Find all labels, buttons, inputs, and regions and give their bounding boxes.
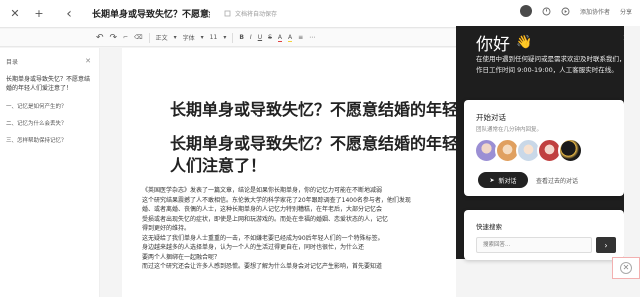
heading-2[interactable]: 长期单身或导致失忆？不愿意结婚的年轻人们注意了！ — [170, 133, 456, 177]
avatar — [558, 138, 583, 163]
list-button[interactable]: ≡ — [298, 34, 303, 41]
body-line: 身边越来越多的人选择单身，认为一个人的生活过得更自在，同时也很忙，为什么还 — [142, 244, 365, 251]
undo-icon[interactable]: ↶ — [96, 33, 104, 43]
cloud-icon — [224, 10, 231, 17]
chevron-down-icon: ▾ — [200, 34, 204, 41]
new-conversation-label: 新对话 — [498, 177, 517, 185]
body-line: 这个研究结果震撼了人不敢相信。东伦敦大学的科学家花了20年跟踪调查了1400名参… — [142, 196, 411, 204]
team-avatars — [474, 138, 583, 163]
greeting: 你好 👋 — [476, 30, 532, 55]
more-options-button[interactable]: ⋯ — [309, 34, 315, 41]
play-icon[interactable] — [561, 7, 570, 16]
toc-item[interactable]: 三、怎样帮助保持记忆？ — [0, 127, 99, 144]
font-family-select[interactable]: 字体 — [183, 33, 195, 42]
italic-button[interactable]: I — [250, 34, 252, 41]
toc-item[interactable]: 一、记忆是如何产生的？ — [0, 93, 99, 110]
body-line: 得到更好的维持。 — [142, 225, 191, 232]
search-title: 快速搜索 — [476, 223, 502, 231]
top-right-actions: 添加协作者 分享 — [519, 5, 632, 17]
body-line: 而过这个研究还会让许多人感到恐慌。要想了解为什么单身会对记忆产生影响，首先要知道 — [142, 263, 383, 270]
document-body[interactable]: 《英国医学杂志》发表了一篇文章，结论是如果你长期单身，你的记忆力可能在不断地减弱… — [142, 186, 456, 272]
toolbar-divider — [232, 32, 234, 43]
start-conversation-card: 开始对话 团队通常在几分钟内回复。 ➤ 新对话 查看过去的对话 — [464, 100, 624, 196]
top-bar: ✕ + ‹ 长期单身或导致失忆？不愿意结婚的 文档将自动保存 添加协作者 分享 — [0, 0, 640, 28]
paragraph-style-select[interactable]: 正文 — [156, 33, 168, 42]
toc-item-title[interactable]: 长期单身或导致失忆？不愿意结婚的年轻人们爱注意了！ — [0, 66, 99, 93]
autosave-status: 文档将自动保存 — [224, 9, 277, 18]
document-title[interactable]: 长期单身或导致失忆？不愿意结婚的 — [92, 7, 210, 20]
autosave-text: 文档将自动保存 — [235, 11, 278, 18]
card-title: 开始对话 — [476, 113, 506, 122]
heading-2-line: 长期单身或导致失忆？不愿意结婚的年轻人们注意了！ — [170, 134, 456, 175]
new-conversation-button[interactable]: ➤ 新对话 — [478, 172, 528, 188]
table-of-contents: 目录 ✕ 长期单身或导致失忆？不愿意结婚的年轻人们爱注意了！ 一、记忆是如何产生… — [0, 48, 100, 297]
format-toolbar: ↶ ↷ ⌐ ⌫ 正文 ▾ 字体 ▾ 11 ▾ B I U S A A ≡ ⋯ — [0, 29, 456, 47]
past-conversations-link[interactable]: 查看过去的对话 — [536, 176, 578, 185]
body-line: 婚、或者离婚、丧偶的人士，这种长期单身的人记忆力特别糟糕，在年老后，大部分记忆会 — [142, 206, 383, 213]
highlight-button[interactable]: A — [288, 34, 293, 42]
greeting-text: 你好 — [476, 35, 510, 55]
scrollbar[interactable] — [624, 26, 640, 259]
redo-icon[interactable]: ↷ — [110, 33, 118, 43]
close-icon[interactable]: ✕ — [85, 57, 91, 65]
intro-text: 在使用中遇到任何疑问或是需求欢迎及时联系我们，工作日工作时间 9:00-19:0… — [476, 55, 632, 74]
toolbar-divider — [148, 32, 150, 43]
user-avatar[interactable] — [519, 5, 532, 17]
body-line: 《英国医学杂志》发表了一篇文章，结论是如果你长期单身，你的记忆力可能在不断地减弱 — [142, 187, 383, 194]
body-line: 这无疑给了我们单身人士重重的一击，不如嫌老要已经成为90后年轻人们的一个特殊标签… — [142, 234, 384, 242]
close-icon: ✕ — [620, 262, 632, 274]
text-color-button[interactable]: A — [277, 34, 283, 42]
strikethrough-button[interactable]: S — [268, 34, 272, 41]
toc-item[interactable]: 二、记忆为什么会丢失？ — [0, 110, 99, 127]
bold-button[interactable]: B — [239, 34, 244, 41]
close-tab-icon[interactable]: ✕ — [6, 5, 24, 23]
heading-1[interactable]: 长期单身或导致失忆？不愿意结婚的年轻人们 — [170, 96, 456, 120]
add-tab-icon[interactable]: + — [30, 5, 48, 23]
chevron-down-icon: ▾ — [173, 34, 177, 41]
chevron-down-icon: ▾ — [223, 34, 227, 41]
clear-format-icon[interactable]: ⌫ — [134, 34, 142, 41]
font-size-select[interactable]: 11 — [210, 34, 218, 41]
format-brush-icon[interactable]: ⌐ — [123, 34, 128, 41]
share-button[interactable]: 分享 — [620, 7, 632, 16]
underline-button[interactable]: U — [258, 34, 262, 41]
send-icon: ➤ — [489, 176, 495, 184]
search-input[interactable] — [476, 237, 592, 253]
chat-launcher-close-button[interactable]: ✕ — [612, 257, 640, 279]
history-icon[interactable] — [542, 7, 551, 16]
search-button[interactable]: › — [596, 237, 616, 253]
body-line: 受损或者出现失忆的症状，即使是上网和玩游戏的。而处在幸福的婚姻、恋爱状态的人，记… — [142, 215, 389, 223]
quick-search-card: 快速搜索 › — [464, 210, 624, 260]
document-page[interactable]: 长期单身或导致失忆？不愿意结婚的年轻人们 长期单身或导致失忆？不愿意结婚的年轻人… — [122, 48, 456, 297]
card-subtitle: 团队通常在几分钟内回复。 — [476, 127, 543, 133]
add-collaborator-button[interactable]: 添加协作者 — [580, 7, 610, 16]
waving-hand-icon: 👋 — [516, 35, 533, 50]
back-icon[interactable]: ‹ — [60, 5, 78, 23]
body-line: 要两个人捆绑在一起融合呢？ — [142, 253, 221, 261]
